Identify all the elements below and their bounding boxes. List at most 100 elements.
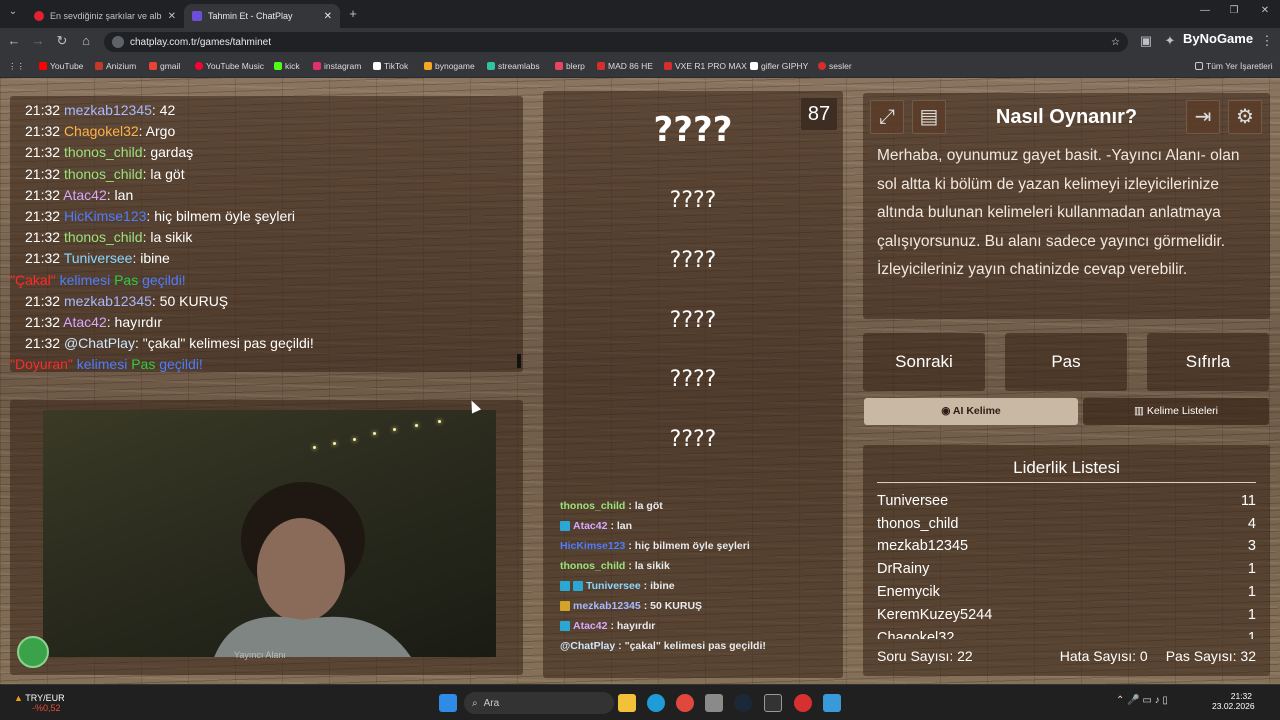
chrome-icon[interactable] xyxy=(676,694,694,712)
bookmark-vxe[interactable]: VXE R1 PRO MAX xyxy=(664,61,747,71)
bookmark-tiktok[interactable]: TikTok xyxy=(373,61,408,71)
mini-chat-message: Atac42: hayırdır xyxy=(560,616,840,636)
pass-button[interactable]: Pas xyxy=(1005,333,1127,391)
forbidden-word: ???? xyxy=(669,367,717,392)
edge-icon[interactable] xyxy=(647,694,665,712)
webcam-video xyxy=(43,410,496,657)
bookmark-anizium[interactable]: Anizium xyxy=(95,61,136,71)
leaderboard-row: KeremKuzey5244 1 xyxy=(877,607,1256,623)
tray-icons[interactable]: ⌃ 🎤 ▭ ♪ ▯ xyxy=(1116,695,1168,706)
clock[interactable]: 21:32 23.02.2026 xyxy=(1212,691,1255,711)
back-icon[interactable]: ← xyxy=(5,33,23,48)
chat-message: 21:32 mezkab12345: 50 KURUŞ xyxy=(25,292,229,309)
chat-message: 21:32 mezkab12345: 42 xyxy=(25,102,176,118)
bookmark-gmail[interactable]: gmail xyxy=(149,61,180,71)
leaderboard-row: thonos_child 4 xyxy=(877,516,1256,532)
leaderboard-row: DrRainy 1 xyxy=(877,561,1256,577)
file-explorer-icon[interactable] xyxy=(618,694,636,712)
all-bookmarks[interactable]: Tüm Yer İşaretleri xyxy=(1195,61,1273,71)
url-field[interactable]: chatplay.com.tr/games/tahminet ☆ xyxy=(104,32,1128,52)
new-tab-button[interactable]: + xyxy=(344,6,362,21)
pass-notice: "Doyuran" kelimesi Pas geçildi! xyxy=(10,356,203,373)
app-icon[interactable] xyxy=(794,694,812,712)
app2-icon[interactable] xyxy=(823,694,841,712)
pen-badge-icon[interactable] xyxy=(17,636,49,668)
puzzle-icon[interactable]: ✦ xyxy=(1161,33,1179,49)
home-icon[interactable]: ⌂ xyxy=(77,33,95,48)
mini-chat-message: HicKimse123: hiç bilmem öyle şeyleri xyxy=(560,540,750,552)
instagram-icon xyxy=(313,62,321,70)
mini-chat-message: mezkab12345: 50 KURUŞ xyxy=(560,596,840,616)
chat-scrollbar[interactable] xyxy=(517,354,521,368)
maximize-button[interactable]: ❐ xyxy=(1225,5,1243,16)
streamer-silhouette xyxy=(214,482,411,657)
taskbar: ▲ TRY/EUR -%0,52 ⌕ Ara ⌃ 🎤 ▭ ♪ ▯ 21:32 23.… xyxy=(0,684,1280,720)
bookmark-star-icon[interactable]: ☆ xyxy=(1111,37,1120,48)
apps-icon[interactable]: ⋮⋮ xyxy=(8,61,25,72)
game-page: 21:32 mezkab12345: 42 21:32 Chagokel32: … xyxy=(0,78,1280,684)
forbidden-word: ???? xyxy=(669,427,717,452)
question-count: Soru Sayısı: 22 xyxy=(877,648,973,664)
close-window-button[interactable]: ✕ xyxy=(1256,5,1274,16)
taskbar-search[interactable]: ⌕ Ara xyxy=(464,692,614,714)
anizium-icon xyxy=(95,62,103,70)
leaderboard-row: mezkab12345 3 xyxy=(877,538,1256,554)
robot-icon: ◉ xyxy=(941,405,953,417)
word-lists-button[interactable]: ▥ Kelime Listeleri xyxy=(1083,398,1269,425)
store-icon[interactable] xyxy=(705,694,723,712)
leaderboard-row: Chagokel32 1 xyxy=(877,630,1256,639)
bookmark-youtube[interactable]: YouTube xyxy=(39,61,83,71)
reset-button[interactable]: Sıfırla xyxy=(1147,333,1269,391)
epic-icon[interactable] xyxy=(764,694,782,712)
forward-icon[interactable]: → xyxy=(29,33,47,48)
forbidden-word: ???? xyxy=(669,308,717,333)
chat-message: 21:32 Chagokel32: Argo xyxy=(25,123,176,140)
youtube-music-icon xyxy=(195,62,203,70)
windows-start-icon[interactable] xyxy=(439,694,457,712)
chat-panel: 21:32 mezkab12345: 42 21:32 Chagokel32: … xyxy=(10,96,523,372)
folder-icon xyxy=(1195,62,1203,70)
leaderboard-divider xyxy=(877,482,1256,483)
tiktok-icon xyxy=(373,62,381,70)
close-tab-icon[interactable]: ✕ xyxy=(168,11,176,22)
mini-chat-message: @ChatPlay: "çakal" kelimesi pas geçildi! xyxy=(560,640,766,652)
bookmark-instagram[interactable]: instagram xyxy=(313,61,361,71)
main-word: ???? xyxy=(653,110,733,150)
mini-chat-message: Atac42: lan xyxy=(560,516,840,536)
tab-search-icon[interactable]: ⌄ xyxy=(4,6,22,17)
bookmark-blerp[interactable]: blerp xyxy=(555,61,585,71)
tab-chatplay[interactable]: Tahmin Et - ChatPlay ✕ xyxy=(184,4,340,28)
blerp-icon xyxy=(555,62,563,70)
steam-icon[interactable] xyxy=(734,694,752,712)
leaderboard-row: Tuniversee 11 xyxy=(877,493,1256,509)
prime-badge-icon xyxy=(560,521,570,531)
bookmark-bynogame[interactable]: bynogame xyxy=(424,61,475,71)
chat-message: 21:32 HicKimse123: hiç bilmem öyle şeyle… xyxy=(25,208,296,225)
bynogame-icon xyxy=(424,62,432,70)
bookmark-giphy[interactable]: gifler GIPHY xyxy=(750,61,808,71)
site-info-icon[interactable] xyxy=(112,36,124,48)
bookmarks-bar: ⋮⋮ YouTube Anizium gmail YouTube Music k… xyxy=(0,56,1280,78)
chat-message: 21:32 thonos_child: la sikik xyxy=(25,229,193,246)
bookmark-kick[interactable]: kick xyxy=(274,61,300,71)
extension-icon[interactable]: ▣ xyxy=(1137,33,1155,49)
mad86-icon xyxy=(597,62,605,70)
weather-widget[interactable]: ▲ TRY/EUR -%0,52 xyxy=(14,693,65,713)
url-text: chatplay.com.tr/games/tahminet xyxy=(130,36,271,48)
next-button[interactable]: Sonraki xyxy=(863,333,985,391)
ai-word-button[interactable]: ◉ AI Kelime xyxy=(864,398,1078,425)
bookmark-streamlabs[interactable]: streamlabs xyxy=(487,61,540,71)
bookmark-youtube-music[interactable]: YouTube Music xyxy=(195,61,264,71)
reload-icon[interactable]: ↻ xyxy=(53,33,71,49)
minimize-button[interactable]: — xyxy=(1196,5,1214,16)
prime-badge-icon xyxy=(560,581,570,591)
menu-icon[interactable]: ⋮ xyxy=(1258,33,1276,49)
bookmark-sesler[interactable]: sesler xyxy=(818,61,852,71)
tab-music[interactable]: En sevdiğiniz şarkılar ve albümler ✕ xyxy=(26,4,184,28)
bookmark-mad86[interactable]: MAD 86 HE xyxy=(597,61,653,71)
mini-chat-message: thonos_child: la göt xyxy=(560,500,663,512)
streamer-area-caption: Yayıncı Alanı xyxy=(234,650,286,660)
fire-icon: ▲ xyxy=(14,693,26,703)
close-tab-icon[interactable]: ✕ xyxy=(324,11,332,22)
profile-logo[interactable]: ByNoGame xyxy=(1183,31,1253,46)
